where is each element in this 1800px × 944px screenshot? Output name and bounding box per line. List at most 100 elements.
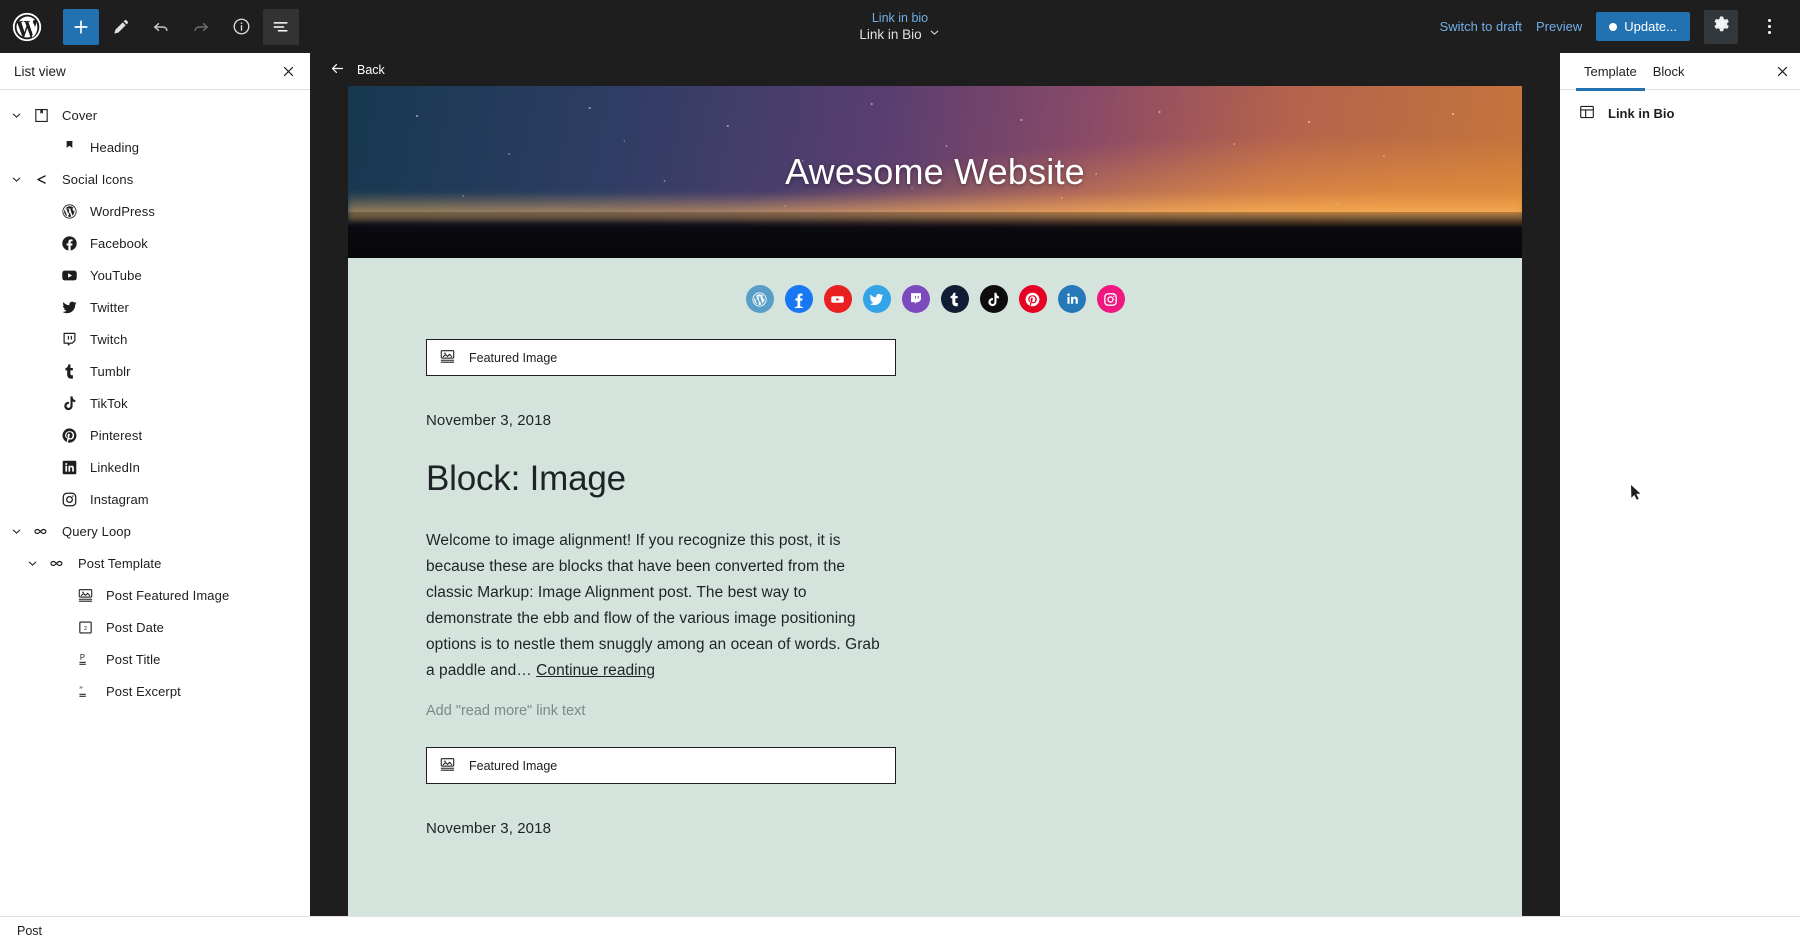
close-icon[interactable] xyxy=(1775,64,1790,79)
list-view-item-social-icons[interactable]: Social Icons xyxy=(0,163,310,195)
list-view-item-label: Pinterest xyxy=(82,428,142,443)
list-view-item-facebook[interactable]: Facebook xyxy=(0,227,310,259)
update-button[interactable]: Update... xyxy=(1596,12,1690,41)
query-loop-block: Featured Image November 3, 2018 Block: I… xyxy=(348,313,1522,837)
editor-top-bar: Link in bio Link in Bio Switch to draft … xyxy=(0,0,1800,53)
facebook-social-icon[interactable] xyxy=(785,285,813,313)
youtube-social-icon[interactable] xyxy=(824,285,852,313)
query-loop-icon xyxy=(28,523,54,540)
post-featured-image-placeholder[interactable]: Featured Image xyxy=(426,339,896,376)
twitch-social-icon[interactable] xyxy=(902,285,930,313)
list-view-item-query-loop[interactable]: Query Loop xyxy=(0,515,310,547)
list-view-item-post-template[interactable]: Post Template xyxy=(0,547,310,579)
wordpress-logo-icon[interactable] xyxy=(0,0,53,53)
document-title: Link in Bio xyxy=(859,26,921,44)
linkedin-social-icon[interactable] xyxy=(1058,285,1086,313)
list-view-item-label: YouTube xyxy=(82,268,142,283)
list-view-item-label: Heading xyxy=(82,140,139,155)
list-view-item-twitch[interactable]: Twitch xyxy=(0,323,310,355)
tab-block[interactable]: Block xyxy=(1645,53,1693,90)
post-date[interactable]: November 3, 2018 xyxy=(426,412,1522,429)
svg-text:P: P xyxy=(79,653,84,662)
document-title-dropdown[interactable]: Link in Bio xyxy=(859,26,940,44)
chevron-down-icon[interactable] xyxy=(20,557,44,570)
facebook-icon xyxy=(56,235,82,252)
status-bar-label: Post xyxy=(17,924,42,938)
twitter-icon xyxy=(56,299,82,316)
redo-button[interactable] xyxy=(183,9,219,45)
tiktok-social-icon[interactable] xyxy=(980,285,1008,313)
cover-heading[interactable]: Awesome Website xyxy=(785,151,1085,193)
post-excerpt[interactable]: Welcome to image alignment! If you recog… xyxy=(426,528,888,684)
post-featured-image-placeholder[interactable]: Featured Image xyxy=(426,747,896,784)
list-view-item-linkedin[interactable]: LinkedIn xyxy=(0,451,310,483)
list-view-item-instagram[interactable]: Instagram xyxy=(0,483,310,515)
list-view-item-heading[interactable]: Heading xyxy=(0,131,310,163)
list-view-item-label: Twitch xyxy=(82,332,127,347)
list-view-item-label: Post Title xyxy=(98,652,160,667)
list-view-item-label: Post Date xyxy=(98,620,164,635)
editor-canvas-region: Back xyxy=(310,53,1560,916)
edit-tool-button[interactable] xyxy=(103,9,139,45)
continue-reading-link[interactable]: Continue reading xyxy=(536,662,655,679)
chevron-down-icon[interactable] xyxy=(4,109,28,122)
wordpress-site-editor: Link in bio Link in Bio Switch to draft … xyxy=(0,0,1800,944)
three-dots-vertical-icon xyxy=(1768,19,1771,34)
instagram-social-icon[interactable] xyxy=(1097,285,1125,313)
arrow-left-icon xyxy=(329,60,346,80)
list-view-item-label: Query Loop xyxy=(54,524,131,539)
chevron-down-icon[interactable] xyxy=(4,525,28,538)
pinterest-social-icon[interactable] xyxy=(1019,285,1047,313)
list-view-item-post-date[interactable]: 2Post Date xyxy=(0,611,310,643)
template-name-row[interactable]: Link in Bio xyxy=(1560,90,1800,137)
preview-button[interactable]: Preview xyxy=(1536,19,1582,34)
details-button[interactable] xyxy=(223,9,259,45)
twitch-icon xyxy=(56,331,82,348)
back-button[interactable]: Back xyxy=(310,53,1560,86)
page-canvas[interactable]: Awesome Website xyxy=(348,86,1522,916)
add-read-more-link-text[interactable]: Add "read more" link text xyxy=(426,703,1522,719)
chevron-down-icon[interactable] xyxy=(4,173,28,186)
list-view-item-tiktok[interactable]: TikTok xyxy=(0,387,310,419)
list-view-item-post-featured-image[interactable]: Post Featured Image xyxy=(0,579,310,611)
more-options-button[interactable] xyxy=(1752,10,1786,44)
tiktok-icon xyxy=(56,395,82,412)
post-item: Featured Image November 3, 2018 xyxy=(426,747,1522,837)
post-item: Featured Image November 3, 2018 Block: I… xyxy=(426,339,1522,719)
list-view-item-tumblr[interactable]: Tumblr xyxy=(0,355,310,387)
post-date[interactable]: November 3, 2018 xyxy=(426,820,1522,837)
list-view-item-pinterest[interactable]: Pinterest xyxy=(0,419,310,451)
tab-template[interactable]: Template xyxy=(1576,53,1645,90)
linkedin-icon xyxy=(56,459,82,476)
mouse-cursor-icon xyxy=(1630,484,1642,506)
cover-block[interactable]: Awesome Website xyxy=(348,86,1522,258)
list-view-item-youtube[interactable]: YouTube xyxy=(0,259,310,291)
list-view-item-twitter[interactable]: Twitter xyxy=(0,291,310,323)
unsaved-changes-dot-icon xyxy=(1609,23,1617,31)
list-view-item-wordpress[interactable]: WordPress xyxy=(0,195,310,227)
list-view-header: List view xyxy=(0,53,310,90)
add-block-button[interactable] xyxy=(63,9,99,45)
featured-image-icon xyxy=(439,756,456,776)
close-icon[interactable] xyxy=(281,64,296,79)
settings-button[interactable] xyxy=(1704,10,1738,44)
list-view-tree: Cover Heading Social IconsWordPressFaceboo… xyxy=(0,90,310,916)
post-title[interactable]: Block: Image xyxy=(426,459,1522,499)
list-view-item-post-excerpt[interactable]: ”Post Excerpt xyxy=(0,675,310,707)
list-view-item-label: Instagram xyxy=(82,492,149,507)
twitter-social-icon[interactable] xyxy=(863,285,891,313)
list-view-button[interactable] xyxy=(263,9,299,45)
tumblr-social-icon[interactable] xyxy=(941,285,969,313)
list-view-item-label: Post Excerpt xyxy=(98,684,181,699)
horizon-silhouette xyxy=(348,212,1522,258)
list-view-item-label: Twitter xyxy=(82,300,129,315)
undo-button[interactable] xyxy=(143,9,179,45)
list-view-item-cover[interactable]: Cover xyxy=(0,99,310,131)
document-subtitle[interactable]: Link in bio xyxy=(872,10,928,26)
wordpress-social-icon[interactable] xyxy=(746,285,774,313)
share-icon xyxy=(28,171,54,188)
youtube-icon xyxy=(56,267,82,284)
switch-to-draft-button[interactable]: Switch to draft xyxy=(1440,19,1522,34)
social-icons-block[interactable] xyxy=(348,258,1522,313)
list-view-item-post-title[interactable]: P Post Title xyxy=(0,643,310,675)
